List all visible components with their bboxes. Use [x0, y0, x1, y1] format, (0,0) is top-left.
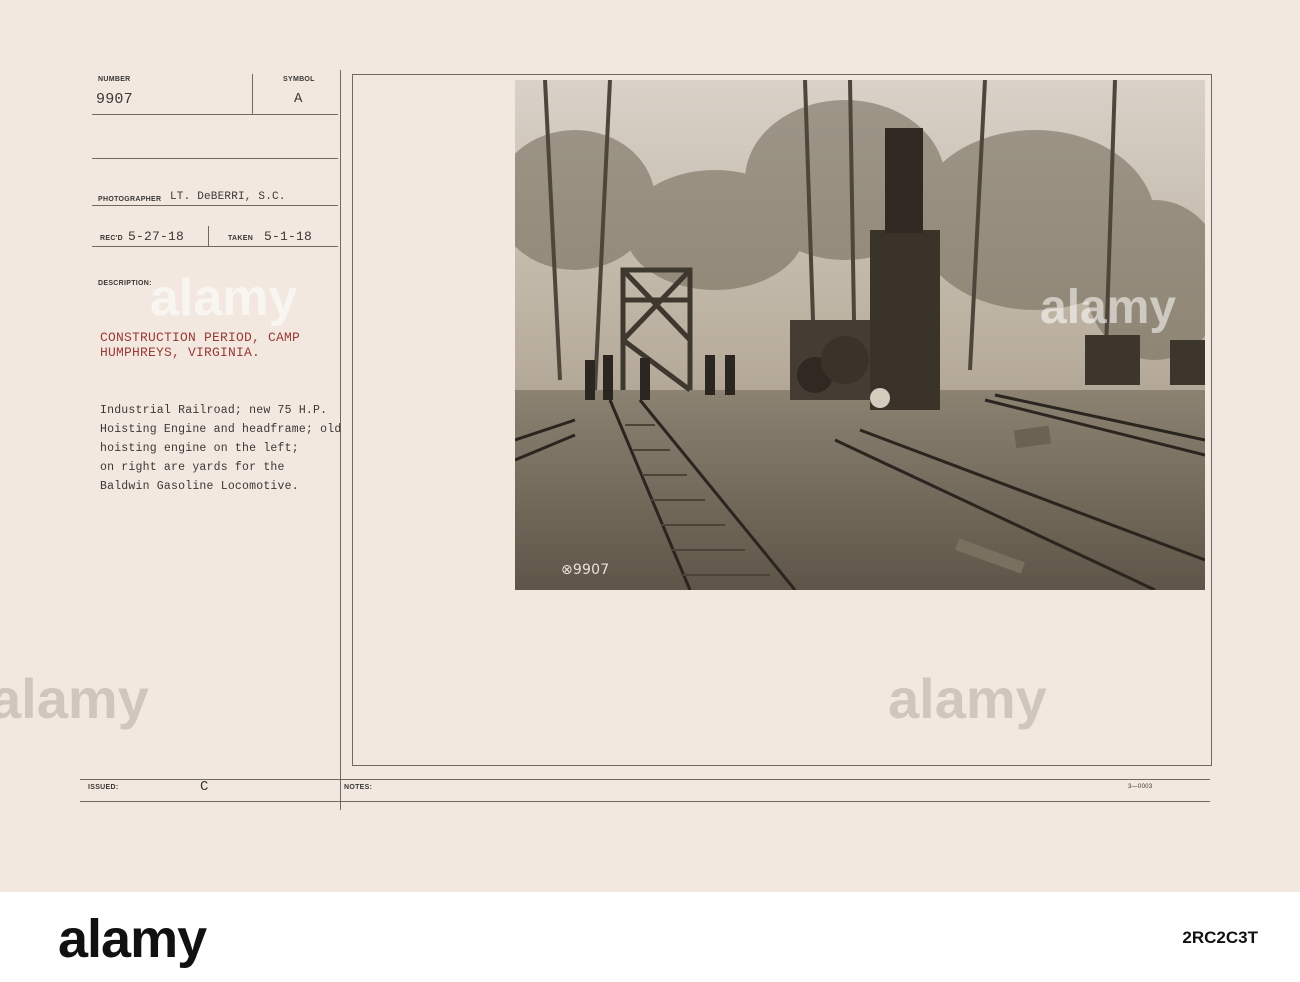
- rule-photo-panel-bottom: [352, 765, 1212, 766]
- photograph-illustration: [515, 80, 1205, 590]
- rule-photographer-value: [92, 205, 338, 206]
- rule-top-number: [92, 114, 338, 115]
- description-label: DESCRIPTION:: [98, 280, 152, 287]
- description-line: Baldwin Gasoline Locomotive.: [100, 480, 299, 493]
- photographer-label: PHOTOGRAPHER: [98, 196, 162, 203]
- issued-label: ISSUED:: [88, 784, 119, 791]
- photographer-value: LT. DeBERRI, S.C.: [170, 191, 286, 203]
- watermark-upper-right: alamy: [1040, 281, 1177, 334]
- rule-photo-panel-left: [352, 74, 353, 766]
- stock-id: 2RC2C3T: [1182, 928, 1258, 947]
- number-label: NUMBER: [98, 76, 131, 83]
- form-number: 3—0003: [1128, 784, 1153, 790]
- symbol-value: A: [294, 91, 303, 107]
- recd-value: 5-27-18: [128, 229, 185, 244]
- rule-photographer: [92, 158, 338, 159]
- rule-date-divider: [208, 226, 209, 246]
- title-line: HUMPHREYS, VIRGINIA.: [100, 345, 261, 360]
- watermark-lower-center: alamy: [888, 667, 1047, 730]
- watermark-upper-left: alamy: [150, 269, 298, 327]
- taken-value: 5-1-18: [264, 229, 313, 244]
- rule-photo-panel-right: [1211, 74, 1212, 766]
- record-card: NUMBER 9907 SYMBOL A PHOTOGRAPHER LT. De…: [0, 0, 1300, 892]
- photograph: ⊗9907: [515, 80, 1205, 590]
- photo-caption: ⊗9907: [561, 562, 610, 578]
- recd-label: REC'D: [100, 235, 123, 242]
- alamy-logo: alamy: [58, 909, 207, 969]
- watermark-lower-left: alamy: [0, 667, 149, 730]
- title-line: CONSTRUCTION PERIOD, CAMP: [100, 330, 301, 345]
- number-value: 9907: [96, 91, 133, 108]
- issued-value: C: [200, 779, 209, 795]
- taken-label: TAKEN: [228, 235, 254, 242]
- notes-label: NOTES:: [344, 784, 373, 791]
- rule-left-column: [340, 70, 341, 810]
- rule-photo-panel-top: [352, 74, 1212, 75]
- rule-number-symbol-divider: [252, 74, 253, 114]
- rule-issued: [80, 779, 1210, 780]
- description-line: on right are yards for the: [100, 461, 285, 474]
- description-line: hoisting engine on the left;: [100, 442, 299, 455]
- symbol-label: SYMBOL: [283, 76, 315, 83]
- description-line: Hoisting Engine and headframe; old: [100, 423, 342, 436]
- rule-dates: [92, 246, 338, 247]
- rule-bottom: [80, 801, 1210, 802]
- description-line: Industrial Railroad; new 75 H.P.: [100, 404, 328, 417]
